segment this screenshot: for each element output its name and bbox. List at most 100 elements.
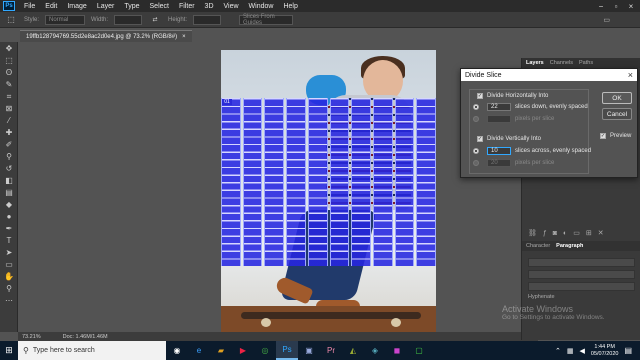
rectangle-tool-icon[interactable]: ▭ [2,259,16,270]
vertical-count-input[interactable]: 10 [487,147,511,155]
file-explorer-icon[interactable]: ▰ [210,341,232,360]
menu-edit[interactable]: Edit [40,3,62,10]
menu-image[interactable]: Image [62,3,91,10]
adjustment-icon[interactable]: ◐ [563,230,567,237]
slice-select-tool-icon[interactable]: ⬚ [4,14,18,25]
gradient-tool-icon[interactable]: ▤ [2,187,16,198]
slice-column [329,98,350,266]
menu-3d[interactable]: 3D [200,3,219,10]
divide-horizontally-checkbox[interactable]: ✓ [477,93,483,99]
document-canvas[interactable]: 01 [221,50,436,332]
healing-brush-tool-icon[interactable]: ✚ [2,127,16,138]
vertical-pixels-input[interactable]: 20 [487,159,511,167]
indent-row[interactable] [528,270,635,279]
hyphenate-checkbox[interactable]: Hyphenate [528,294,635,300]
horizontal-count-radio[interactable] [473,104,479,110]
dialog-close-icon[interactable]: × [628,70,633,80]
camtasia-icon[interactable]: ▢ [408,341,430,360]
frame-tool-icon[interactable]: ⊠ [2,103,16,114]
chrome-icon[interactable]: ◎ [254,341,276,360]
brush-tool-icon[interactable]: ✐ [2,139,16,150]
tab-character[interactable]: Character [526,243,550,249]
zoom-level[interactable]: 73.21% [22,334,41,340]
app-icon[interactable]: ◼ [386,341,408,360]
path-selection-tool-icon[interactable]: ➤ [2,247,16,258]
tab-layers[interactable]: Layers [526,60,544,66]
swap-icon[interactable]: ⇄ [148,14,162,25]
tab-paths[interactable]: Paths [579,60,593,66]
style-select[interactable]: Normal [45,14,86,25]
network-icon[interactable]: ▦ [567,347,574,355]
link-icon[interactable]: ⛓ [528,229,537,237]
windows-start-icon[interactable]: ⊞ [0,341,18,360]
move-tool-icon[interactable]: ✥ [2,43,16,54]
new-layer-icon[interactable]: ⊞ [586,229,592,237]
video-app-icon[interactable]: ▶ [232,341,254,360]
clone-stamp-tool-icon[interactable]: ⚲ [2,151,16,162]
layers-panel-tabs: Layers Channels Paths [522,58,640,68]
menu-filter[interactable]: Filter [174,3,200,10]
slices-from-guides-button[interactable]: Slices From Guides [239,14,294,26]
folder-icon[interactable]: ▭ [573,229,580,237]
horizontal-pixels-input[interactable] [487,115,511,123]
tab-close-icon[interactable]: × [182,34,186,40]
task-view-icon[interactable]: ◉ [166,341,188,360]
menu-help[interactable]: Help [278,3,302,10]
store-icon[interactable]: ◈ [364,341,386,360]
menu-select[interactable]: Select [145,3,174,10]
eraser-tool-icon[interactable]: ◧ [2,175,16,186]
ok-button[interactable]: OK [602,92,632,104]
premiere-icon[interactable]: Pr [320,341,342,360]
menu-window[interactable]: Window [244,3,279,10]
marquee-tool-icon[interactable]: ⬚ [2,55,16,66]
hand-tool-icon[interactable]: ✋ [2,271,16,282]
vertical-pixels-radio[interactable] [473,160,479,166]
workspace-icon[interactable]: ▭ [603,16,610,24]
dialog-titlebar[interactable]: Divide Slice × [461,69,637,81]
edge-icon[interactable]: e [188,341,210,360]
media-app-icon[interactable]: ◭ [342,341,364,360]
cancel-button[interactable]: Cancel [602,108,632,120]
crop-tool-icon[interactable]: ⌗ [2,91,16,102]
menu-type[interactable]: Type [119,3,144,10]
quick-select-tool-icon[interactable]: ✎ [2,79,16,90]
zoom-tool-icon[interactable]: ⚲ [2,283,16,294]
history-brush-tool-icon[interactable]: ↺ [2,163,16,174]
document-tab[interactable]: 19ffb128794769.55d2e8ac2d0e4.jpg @ 73.2%… [20,30,192,42]
notifications-icon[interactable]: ▤ [624,346,632,355]
fx-icon[interactable]: ƒ [543,230,547,237]
menu-view[interactable]: View [219,3,244,10]
spacing-row[interactable] [528,282,635,291]
vertical-count-radio[interactable] [473,148,479,154]
menu-file[interactable]: File [19,3,40,10]
maximize-icon[interactable]: ▫ [609,0,623,12]
horizontal-pixels-radio[interactable] [473,116,479,122]
tab-channels[interactable]: Channels [550,60,573,66]
trash-icon[interactable]: ✕ [598,229,604,237]
divide-vertically-checkbox[interactable]: ✓ [477,136,483,142]
photo-wheel [391,318,401,327]
taskbar-search[interactable]: ⚲ Type here to search [18,341,166,360]
volume-icon[interactable]: ◀ [580,347,585,355]
more-tools-icon[interactable]: ⋯ [2,295,16,306]
menu-layer[interactable]: Layer [92,3,120,10]
mask-icon[interactable]: ◙ [553,230,557,237]
type-tool-icon[interactable]: T [2,235,16,246]
app-icon[interactable]: ▣ [298,341,320,360]
preview-checkbox[interactable]: ✓ [600,133,606,139]
photoshop-taskbar-icon[interactable]: Ps [276,341,298,360]
minimize-icon[interactable]: − [594,0,608,12]
horizontal-count-input[interactable]: 22 [487,103,511,111]
width-field[interactable] [114,14,143,25]
blur-tool-icon[interactable]: ◆ [2,199,16,210]
eyedropper-tool-icon[interactable]: ⁄ [2,115,16,126]
height-field[interactable] [193,14,222,25]
chevron-up-icon[interactable]: ⌃ [555,347,561,355]
alignment-row[interactable] [528,258,635,267]
window-close-icon[interactable]: × [624,0,638,12]
pen-tool-icon[interactable]: ✒ [2,223,16,234]
dodge-tool-icon[interactable]: ● [2,211,16,222]
taskbar-clock[interactable]: 1:44 PM 05/07/2020 [591,344,619,358]
tab-paragraph[interactable]: Paragraph [556,243,583,249]
lasso-tool-icon[interactable]: ʘ [2,67,16,78]
